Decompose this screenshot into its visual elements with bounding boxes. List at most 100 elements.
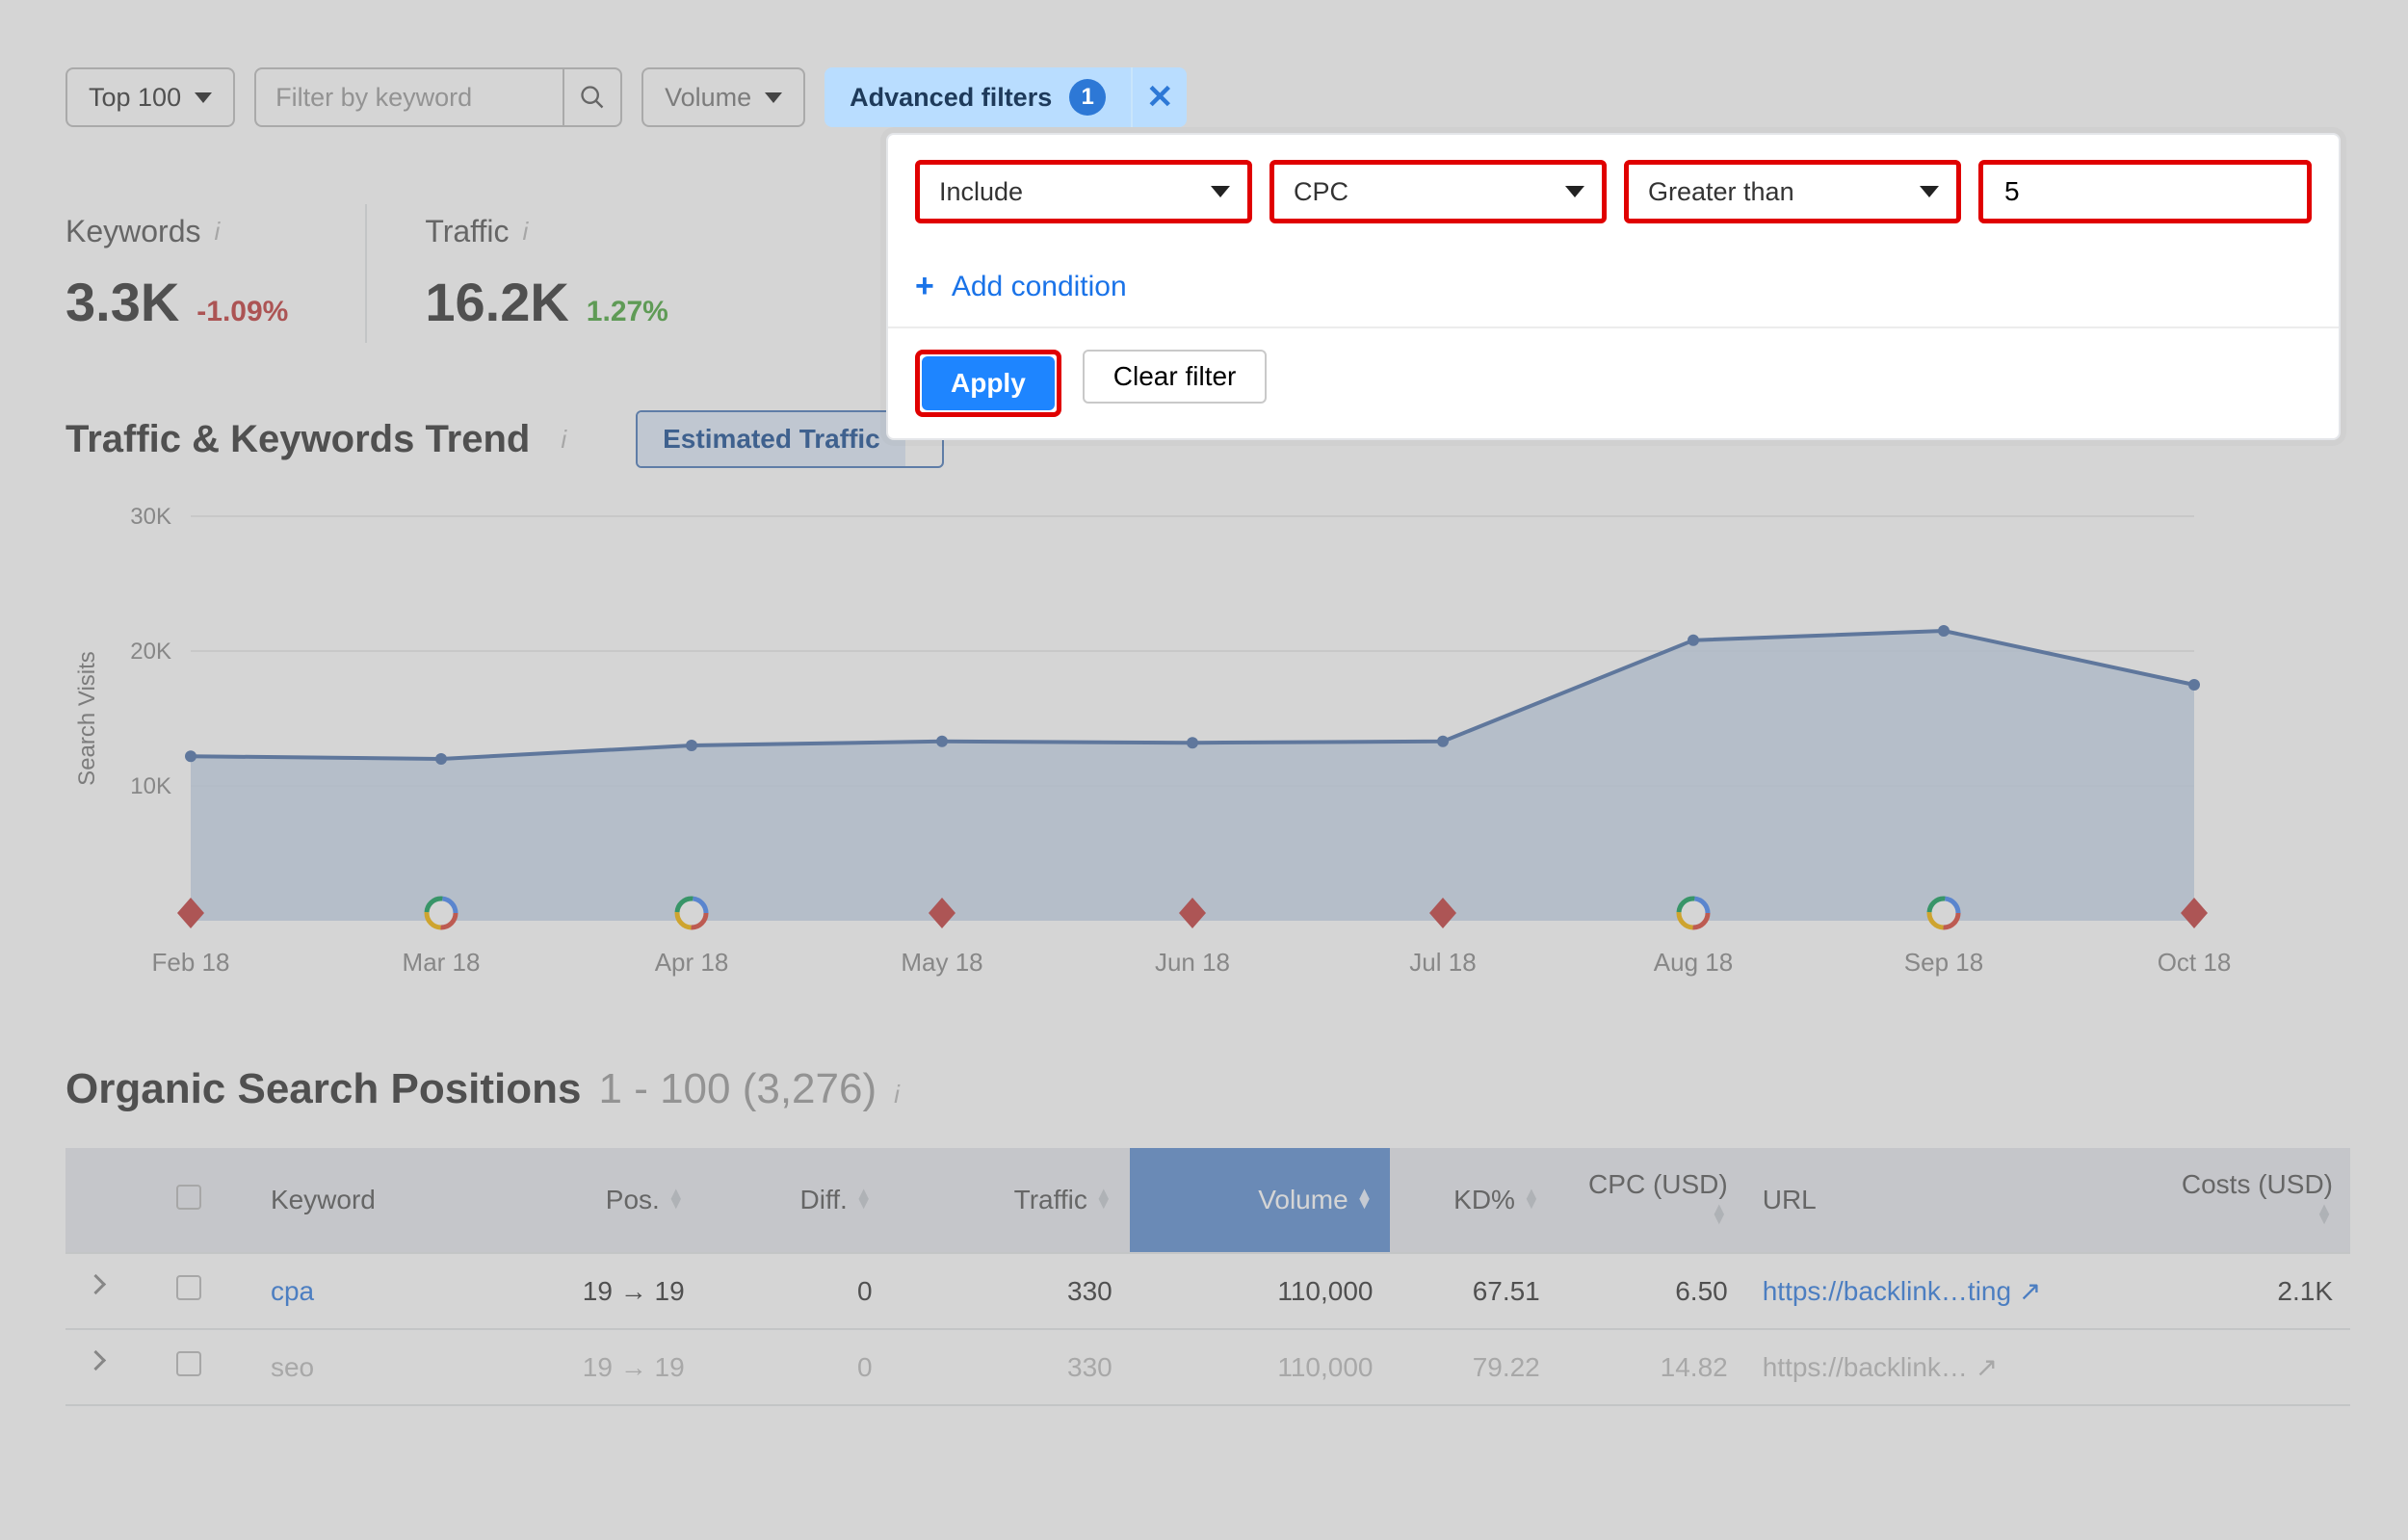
toggle-estimated-traffic[interactable]: Estimated Traffic <box>638 412 905 466</box>
cell-pos: 19 → 19 <box>493 1253 702 1329</box>
sort-icon <box>667 1188 685 1208</box>
search-button[interactable] <box>563 67 622 127</box>
sort-icon <box>1095 1188 1112 1208</box>
col-kd[interactable]: KD% <box>1390 1148 1557 1253</box>
sort-icon <box>1711 1204 1728 1223</box>
cell-volume: 110,000 <box>1130 1253 1391 1329</box>
trend-title: Traffic & Keywords Trend <box>65 418 530 461</box>
keyword-filter <box>254 67 622 127</box>
clear-filter-button[interactable]: Clear filter <box>1083 350 1268 404</box>
cell-pos: 19 → 19 <box>493 1329 702 1405</box>
chevron-down-icon <box>1920 186 1939 197</box>
trend-chart: 10K20K30KSearch VisitsFeb 18Mar 18Apr 18… <box>65 507 2350 988</box>
expand-row-icon[interactable] <box>83 1275 108 1300</box>
cell-url[interactable]: https://backlink…ting ↗ <box>1745 1253 2162 1329</box>
add-condition-button[interactable]: + Add condition <box>915 268 2312 305</box>
sort-icon <box>855 1188 873 1208</box>
svg-text:30K: 30K <box>130 507 171 530</box>
include-exclude-value: Include <box>939 177 1023 207</box>
add-condition-label: Add condition <box>952 271 1127 303</box>
info-icon[interactable]: i <box>561 425 566 455</box>
col-diff[interactable]: Diff. <box>702 1148 890 1253</box>
chevron-down-icon <box>1565 186 1584 197</box>
cell-costs: 2.1K <box>2162 1253 2350 1329</box>
cell-url[interactable]: https://backlink… ↗ <box>1745 1329 2162 1405</box>
cell-diff: 0 <box>702 1253 890 1329</box>
metric-value: CPC <box>1294 177 1348 207</box>
advanced-filter-popover: Include CPC Greater than + Add condition… <box>886 133 2341 440</box>
volume-label: Volume <box>665 83 751 113</box>
col-costs[interactable]: Costs (USD) <box>2162 1148 2350 1253</box>
svg-text:Search Visits: Search Visits <box>74 651 100 786</box>
svg-text:Sep 18: Sep 18 <box>1904 948 1983 977</box>
cell-traffic: 330 <box>890 1329 1130 1405</box>
sort-icon <box>2316 1204 2333 1223</box>
advanced-filters-label: Advanced filters <box>850 83 1052 113</box>
svg-text:Feb 18: Feb 18 <box>152 948 230 977</box>
include-exclude-select[interactable]: Include <box>915 160 1252 223</box>
cell-cpc: 14.82 <box>1557 1329 1745 1405</box>
advanced-filters-clear[interactable]: ✕ <box>1131 67 1187 127</box>
svg-text:20K: 20K <box>130 639 171 665</box>
chevron-down-icon <box>765 92 782 103</box>
positions-table: Keyword Pos. Diff. Traffic Volume KD% CP… <box>65 1148 2350 1406</box>
kpi-label: Traffic <box>425 214 509 249</box>
info-icon[interactable]: i <box>522 217 528 247</box>
top-n-dropdown[interactable]: Top 100 <box>65 67 235 127</box>
cell-traffic: 330 <box>890 1253 1130 1329</box>
col-pos[interactable]: Pos. <box>493 1148 702 1253</box>
plus-icon: + <box>915 268 934 305</box>
advanced-filters-chip: Advanced filters 1 ✕ <box>824 67 1187 127</box>
chevron-down-icon <box>1211 186 1230 197</box>
col-cpc[interactable]: CPC (USD) <box>1557 1148 1745 1253</box>
operator-select[interactable]: Greater than <box>1624 160 1961 223</box>
row-checkbox[interactable] <box>176 1275 201 1300</box>
col-volume[interactable]: Volume <box>1130 1148 1391 1253</box>
positions-range: 1 - 100 (3,276) <box>599 1065 877 1113</box>
table-row: seo 19 → 19 0 330 110,000 79.22 14.82 ht… <box>65 1329 2350 1405</box>
kpi-value: 16.2K <box>425 271 568 333</box>
info-icon[interactable]: i <box>894 1080 900 1109</box>
filter-condition-row: Include CPC Greater than <box>915 160 2312 223</box>
svg-text:10K: 10K <box>130 773 171 799</box>
col-keyword[interactable]: Keyword <box>253 1148 493 1253</box>
kpi-traffic: Traffic i 16.2K 1.27% <box>365 204 746 343</box>
svg-text:Mar 18: Mar 18 <box>403 948 481 977</box>
table-row: cpa 19 → 19 0 330 110,000 67.51 6.50 htt… <box>65 1253 2350 1329</box>
expand-row-icon[interactable] <box>83 1351 108 1376</box>
apply-highlight: Apply <box>915 350 1061 417</box>
kpi-label: Keywords <box>65 214 201 249</box>
keyword-filter-input[interactable] <box>254 67 563 127</box>
metric-select[interactable]: CPC <box>1269 160 1607 223</box>
value-input[interactable] <box>2002 175 2288 208</box>
col-traffic[interactable]: Traffic <box>890 1148 1130 1253</box>
svg-text:Oct 18: Oct 18 <box>2158 948 2232 977</box>
value-input-wrap <box>1978 160 2312 223</box>
kpi-value: 3.3K <box>65 271 179 333</box>
cell-kd: 79.22 <box>1390 1329 1557 1405</box>
positions-header: Organic Search Positions 1 - 100 (3,276)… <box>65 1065 2350 1113</box>
top-n-label: Top 100 <box>89 83 181 113</box>
search-icon <box>579 84 606 111</box>
advanced-filters-button[interactable]: Advanced filters 1 <box>824 67 1131 127</box>
cell-keyword[interactable]: cpa <box>253 1253 493 1329</box>
apply-button[interactable]: Apply <box>922 356 1055 410</box>
cell-keyword[interactable]: seo <box>253 1329 493 1405</box>
kpi-keywords: Keywords i 3.3K -1.09% <box>65 204 365 343</box>
select-all-checkbox[interactable] <box>176 1185 201 1210</box>
volume-dropdown[interactable]: Volume <box>641 67 805 127</box>
cell-volume: 110,000 <box>1130 1329 1391 1405</box>
info-icon[interactable]: i <box>215 217 221 247</box>
close-icon: ✕ <box>1146 78 1174 117</box>
svg-text:Aug 18: Aug 18 <box>1654 948 1733 977</box>
kpi-delta: -1.09% <box>196 296 288 328</box>
sort-icon <box>1523 1188 1540 1208</box>
cell-costs <box>2162 1329 2350 1405</box>
table-header-row: Keyword Pos. Diff. Traffic Volume KD% CP… <box>65 1148 2350 1253</box>
advanced-filters-count: 1 <box>1069 79 1106 116</box>
row-checkbox[interactable] <box>176 1351 201 1376</box>
positions-title: Organic Search Positions <box>65 1065 582 1113</box>
col-url[interactable]: URL <box>1745 1148 2162 1253</box>
cell-cpc: 6.50 <box>1557 1253 1745 1329</box>
kpi-delta: 1.27% <box>587 296 668 328</box>
